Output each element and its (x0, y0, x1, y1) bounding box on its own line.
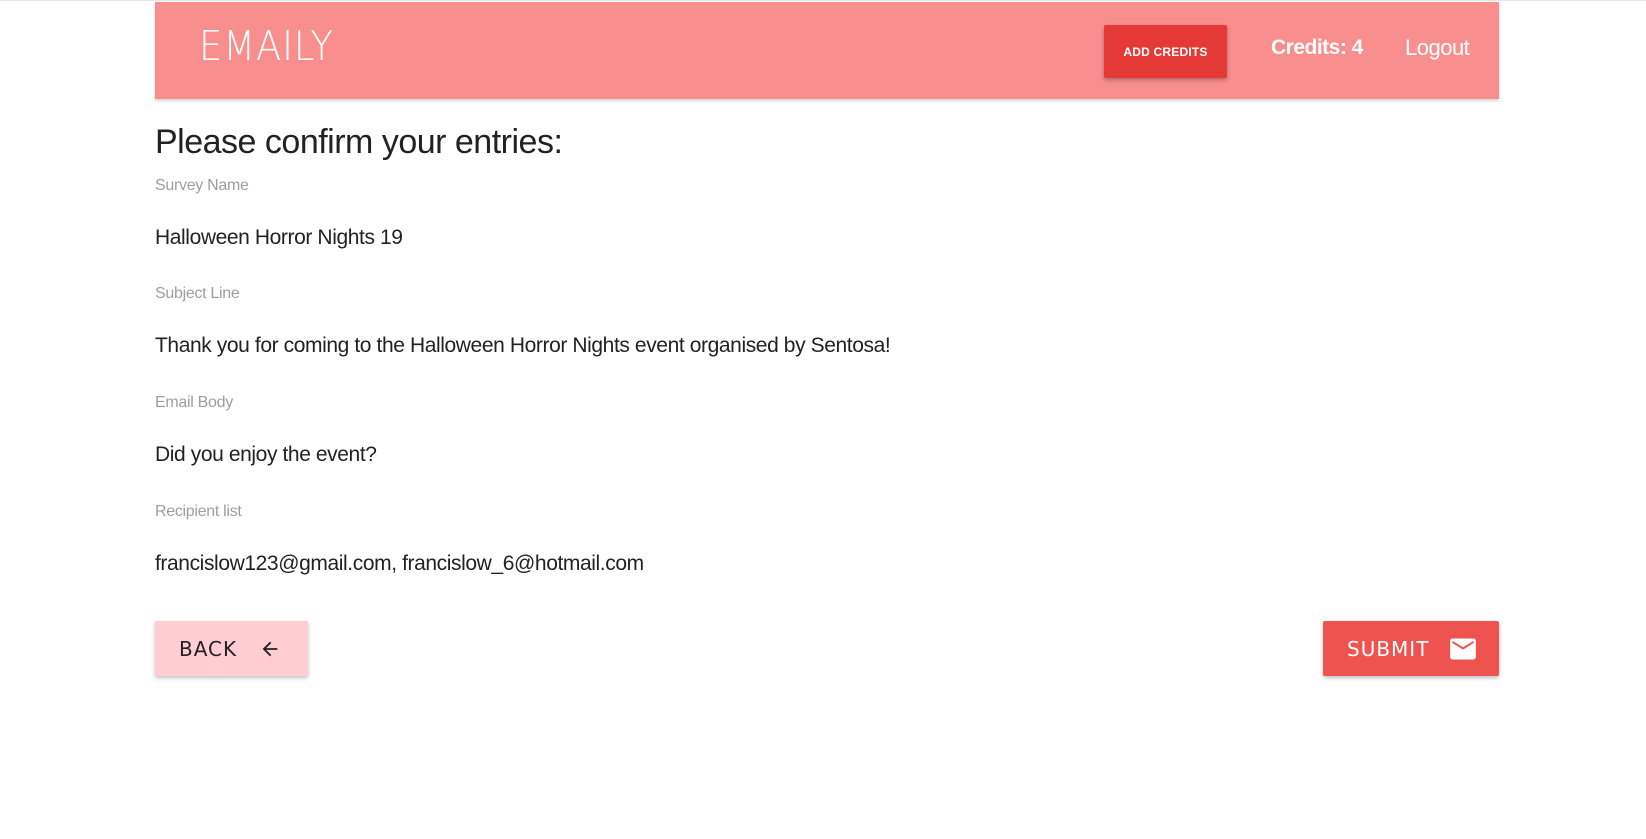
submit-button[interactable]: SUBMIT (1323, 621, 1499, 676)
email-icon (1449, 637, 1477, 661)
window-top-rule (0, 0, 1646, 1)
email-body-label: Email Body (155, 394, 233, 411)
recipient-list-label: Recipient list (155, 503, 242, 520)
back-button[interactable]: BACK (155, 621, 308, 676)
page-title: Please confirm your entries: (155, 123, 563, 161)
subject-line-value: Thank you for coming to the Halloween Ho… (155, 334, 891, 357)
survey-name-label: Survey Name (155, 177, 249, 194)
navbar: EMAILY ADD CREDITS Credits: 4 Logout (155, 2, 1499, 99)
page-container: EMAILY ADD CREDITS Credits: 4 Logout Ple… (155, 2, 1499, 676)
back-button-label: BACK (179, 636, 238, 661)
subject-line-label: Subject Line (155, 285, 240, 302)
logout-link[interactable]: Logout (1405, 35, 1470, 61)
survey-name-value: Halloween Horror Nights 19 (155, 226, 403, 249)
add-credits-button[interactable]: ADD CREDITS (1104, 25, 1227, 78)
brand-logo[interactable]: EMAILY (199, 22, 334, 70)
recipient-list-value: francislow123@gmail.com, francislow_6@ho… (155, 552, 644, 575)
arrow-back-icon (259, 638, 281, 660)
email-body-value: Did you enjoy the event? (155, 443, 377, 466)
credits-count: Credits: 4 (1271, 36, 1363, 59)
submit-button-label: SUBMIT (1347, 636, 1430, 661)
